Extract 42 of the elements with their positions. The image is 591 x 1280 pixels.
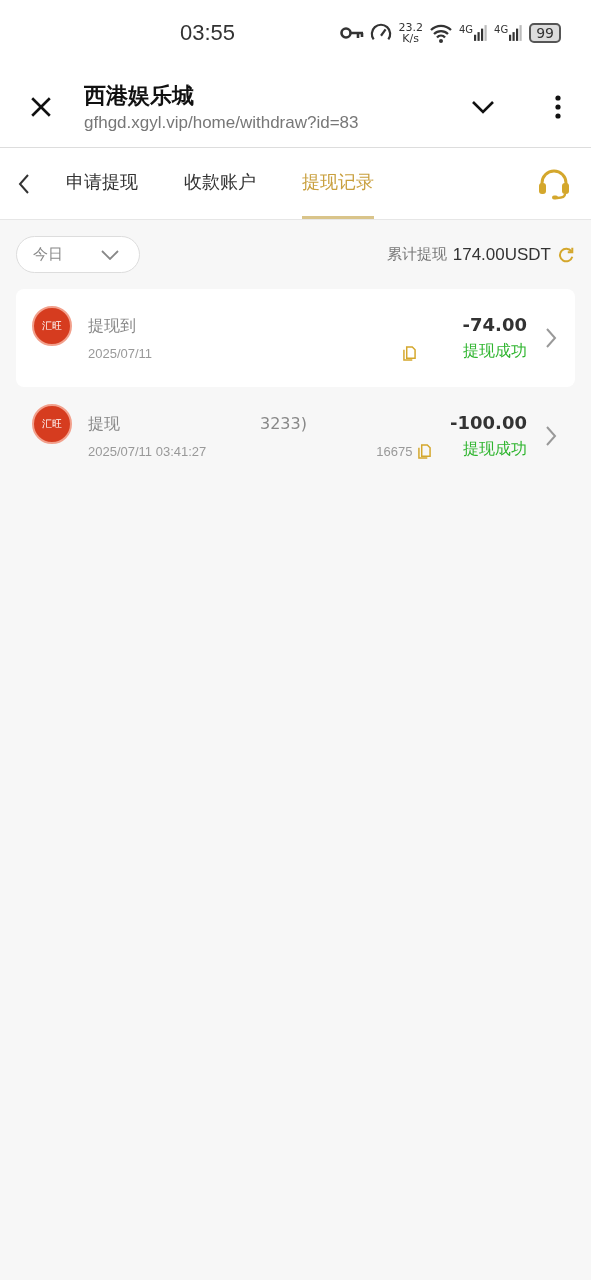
menu-icon: [555, 94, 561, 119]
chevron-right-icon: [545, 425, 557, 447]
total-label: 累计提现: [386, 245, 447, 264]
wifi-icon: [428, 23, 453, 43]
speed-unit: K/s: [402, 33, 419, 44]
record-time: 2025/07/11: [88, 345, 153, 361]
network-speed: 23.2: [398, 22, 423, 33]
chevron-right-icon: [545, 327, 557, 349]
order-number-fragment: 16675: [376, 443, 413, 459]
record-card[interactable]: 汇旺 提现到 2025/07/11 -74.00 提现成功: [16, 289, 575, 387]
tab[interactable]: 申请提现: [66, 148, 138, 219]
record-title-fragment: 3233): [260, 413, 307, 435]
record-amount: -74.00: [462, 314, 527, 335]
record-row[interactable]: 汇旺 提现 3233) 2025/07/11 03:41:27 16675 -100.00 提现成功: [16, 387, 575, 485]
network-type: 4G: [458, 24, 474, 35]
wallet-logo: 汇旺: [32, 404, 72, 444]
chevron-down-icon: [101, 249, 119, 260]
close-icon: [30, 95, 52, 118]
record-amount: -100.00: [450, 412, 527, 433]
signal-icon: [509, 24, 524, 42]
clock-time: 03:55: [180, 20, 236, 46]
date-filter-dropdown[interactable]: 今日: [16, 236, 140, 273]
back-icon: [18, 172, 30, 195]
wallet-logo: 汇旺: [32, 306, 72, 346]
headset-icon: [537, 167, 571, 200]
tab[interactable]: 收款账户: [184, 148, 256, 219]
copy-icon: [418, 443, 432, 459]
record-status: 提现成功: [462, 341, 527, 362]
record-title: 提现: [88, 413, 120, 435]
total-amount: 174.00USDT: [452, 244, 551, 265]
page-title: 西港娱乐城: [84, 81, 195, 110]
copy-icon: [403, 345, 417, 361]
chevron-down-icon: [471, 99, 495, 114]
network-type: 4G: [494, 24, 509, 35]
signal-icon: [474, 24, 489, 42]
record-title: 提现到: [88, 315, 136, 337]
page-url: gfhgd.xgyl.vip/home/withdraw?id=83: [84, 112, 360, 133]
battery-indicator: 99: [529, 23, 561, 43]
key-icon: [340, 26, 365, 40]
record-time: 2025/07/11 03:41:27: [88, 443, 207, 459]
refresh-icon: [557, 245, 575, 264]
record-status: 提现成功: [462, 439, 527, 460]
